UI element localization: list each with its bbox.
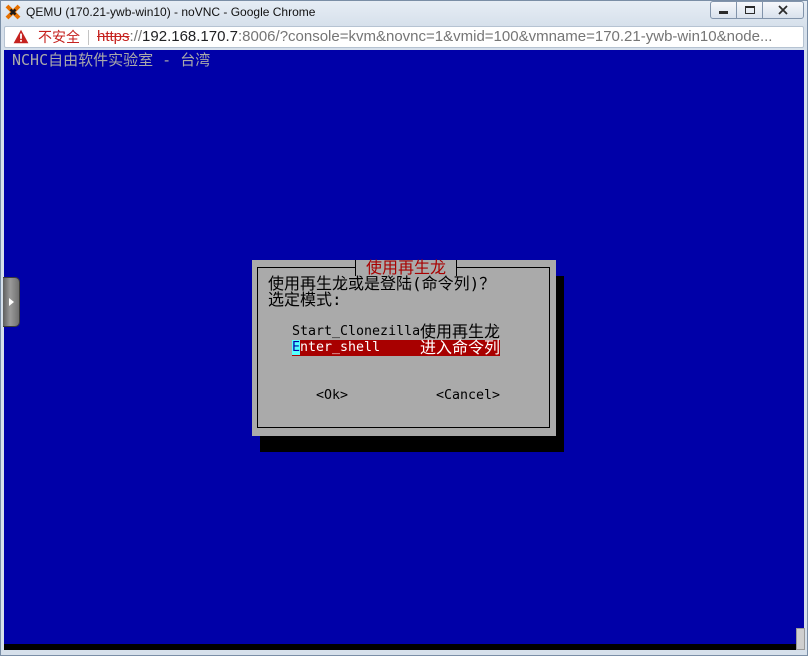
- close-button[interactable]: [762, 1, 804, 19]
- ok-button[interactable]: <Ok>: [316, 388, 348, 404]
- url-host: 192.168.170.7: [142, 28, 238, 45]
- novnc-control-bar-toggle[interactable]: [3, 277, 20, 327]
- close-icon: [778, 5, 788, 15]
- proxmox-logo-icon: [5, 4, 21, 20]
- chevron-right-icon: [9, 298, 14, 306]
- menu-option-enter-shell[interactable]: Enter_shell 进入命令列: [292, 340, 500, 356]
- warning-icon: [13, 29, 29, 44]
- url-text: https://192.168.170.7:8006/?console=kvm&…: [97, 28, 797, 46]
- minimize-button[interactable]: [710, 1, 737, 19]
- url-scheme: https: [97, 28, 130, 45]
- dialog-mode-label: 选定模式:: [268, 290, 342, 309]
- window-title: QEMU (170.21-ywb-win10) - noVNC - Google…: [26, 5, 316, 19]
- security-label: 不安全: [38, 29, 80, 45]
- vertical-scrollbar[interactable]: [796, 628, 805, 650]
- cancel-button[interactable]: <Cancel>: [436, 388, 500, 404]
- url-path: :8006/?console=kvm&novnc=1&vmid=100&vmna…: [237, 28, 773, 45]
- url-separator: ://: [129, 28, 143, 45]
- option-key: Start_Clonezilla: [292, 324, 421, 339]
- maximize-icon: [745, 6, 755, 14]
- address-bar-divider: [88, 30, 89, 45]
- console-bottom-edge: [4, 644, 796, 650]
- minimize-icon: [719, 11, 728, 14]
- option-description: 进入命令列: [420, 338, 501, 357]
- console-banner: NCHC自由软件实验室 - 台湾: [12, 51, 211, 69]
- option-key: Enter_shell: [292, 340, 381, 355]
- maximize-button[interactable]: [736, 1, 763, 19]
- security-indicator[interactable]: 不安全: [8, 28, 84, 46]
